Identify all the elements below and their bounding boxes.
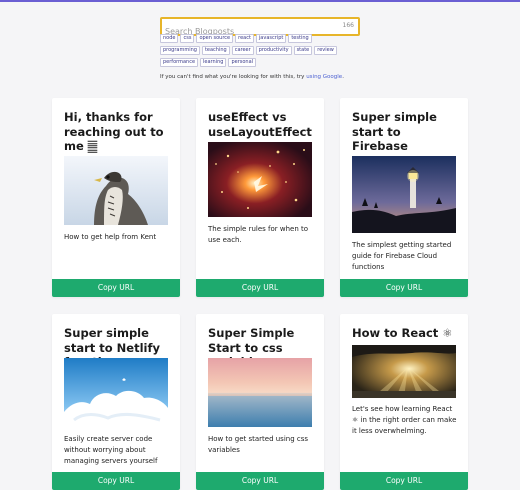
card-description: How to get started using css variables [208, 435, 309, 454]
card-title[interactable]: How to React ⚛ [352, 326, 460, 341]
tag-state[interactable]: state [293, 46, 313, 55]
falcon-image[interactable] [64, 156, 168, 225]
tag-performance[interactable]: performance [160, 58, 199, 67]
tag-list: node css open source react javascript te… [160, 34, 350, 67]
post-card-firebase: Super simple start to Firebase functions… [340, 98, 468, 297]
card-title[interactable]: useEffect vs useLayoutEffect [208, 110, 316, 139]
copy-url-button[interactable]: Copy URL [340, 279, 468, 297]
search-hint: If you can't find what you're looking fo… [160, 74, 344, 80]
sparks-image[interactable] [208, 142, 312, 217]
tag-learning[interactable]: learning [200, 58, 227, 67]
card-description: The simplest getting started guide for F… [352, 241, 452, 271]
result-count: 166 [342, 22, 354, 29]
card-description: Let's see how learning React ⚛ in the ri… [352, 405, 457, 435]
tag-javascript[interactable]: javascript [255, 34, 287, 43]
top-accent-line [0, 0, 520, 2]
clouds-image[interactable] [64, 358, 168, 427]
post-card-useeffect: useEffect vs useLayoutEffect The simple … [196, 98, 324, 297]
copy-url-button[interactable]: Copy URL [340, 472, 468, 490]
tag-personal[interactable]: personal [228, 58, 257, 67]
tag-testing[interactable]: testing [288, 34, 312, 43]
copy-url-button[interactable]: Copy URL [196, 472, 324, 490]
post-card-how-to-react: How to React ⚛ Let's see how learning Re… [340, 314, 468, 490]
post-card-css-variables: Super Simple Start to css variables How … [196, 314, 324, 490]
google-search-link[interactable]: using Google [306, 74, 342, 80]
tag-programming[interactable]: programming [160, 46, 200, 55]
tag-open-source[interactable]: open source [196, 34, 234, 43]
card-description: Easily create server code without worryi… [64, 435, 158, 465]
tag-css[interactable]: css [180, 34, 195, 43]
card-title-emoji: 𝄛 [87, 139, 98, 153]
tag-productivity[interactable]: productivity [255, 46, 292, 55]
tag-career[interactable]: career [231, 46, 254, 55]
sunset-sea-image[interactable] [208, 358, 312, 427]
tag-teaching[interactable]: teaching [201, 46, 230, 55]
card-description: How to get help from Kent [64, 233, 157, 241]
sunbeams-image[interactable] [352, 345, 456, 398]
lighthouse-image[interactable] [352, 156, 456, 233]
copy-url-button[interactable]: Copy URL [52, 279, 180, 297]
card-title-text: Hi, thanks for reaching out to me [64, 110, 164, 153]
copy-url-button[interactable]: Copy URL [52, 472, 180, 490]
copy-url-button[interactable]: Copy URL [196, 279, 324, 297]
hint-suffix: . [342, 74, 344, 80]
tag-react[interactable]: react [235, 34, 254, 43]
post-card-help: Hi, thanks for reaching out to me 𝄛 How … [52, 98, 180, 297]
hint-text: If you can't find what you're looking fo… [160, 74, 305, 80]
post-card-netlify: Super simple start to Netlify functions … [52, 314, 180, 490]
card-title[interactable]: Hi, thanks for reaching out to me 𝄛 [64, 110, 172, 154]
tag-node[interactable]: node [160, 34, 179, 43]
card-description: The simple rules for when to use each. [208, 225, 309, 244]
tag-review[interactable]: review [314, 46, 337, 55]
